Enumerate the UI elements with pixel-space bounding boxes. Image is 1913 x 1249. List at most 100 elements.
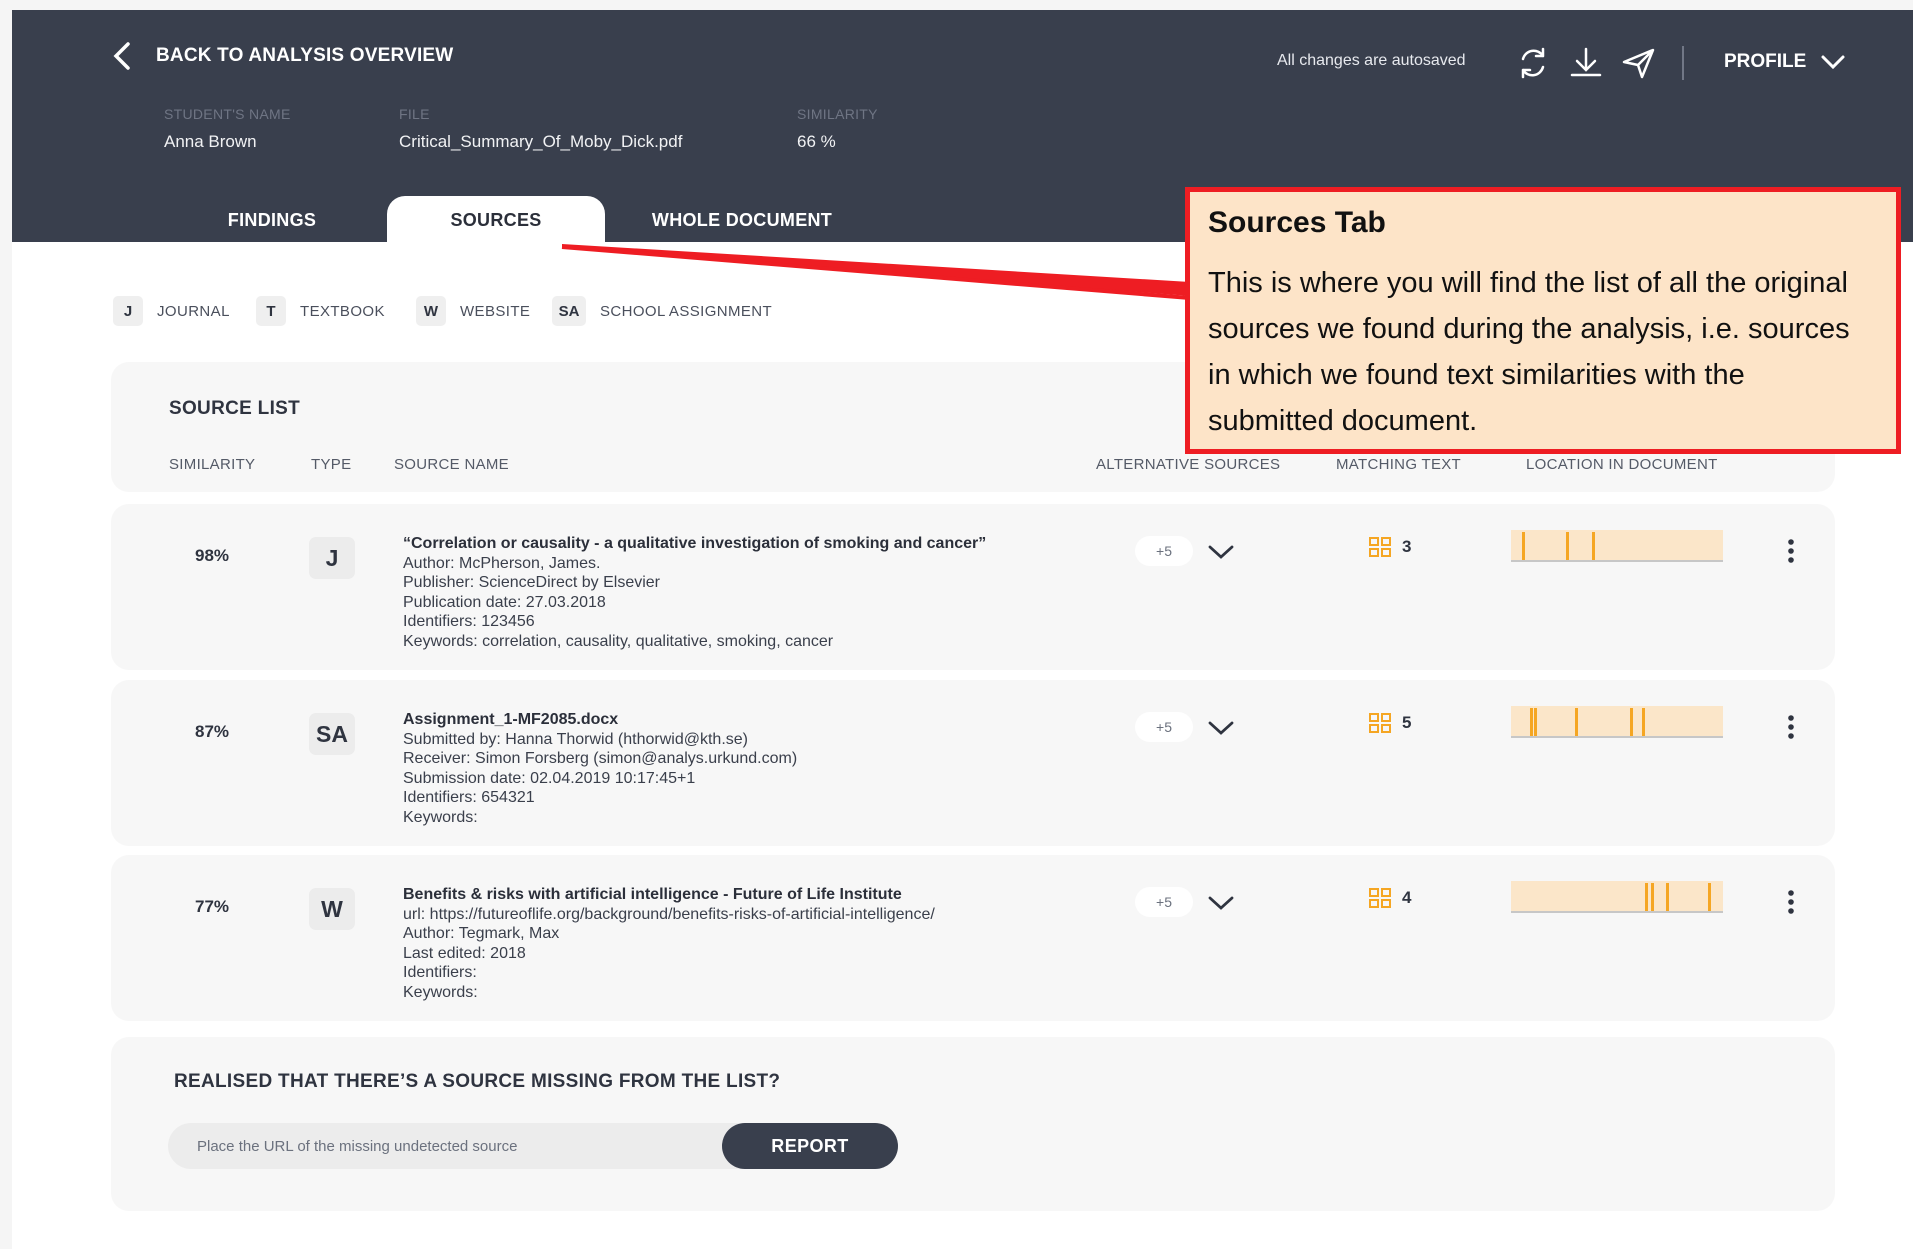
location-marker[interactable] bbox=[1521, 532, 1525, 560]
source-row[interactable]: 87% SA Assignment_1-MF2085.docx Submitte… bbox=[111, 680, 1835, 846]
sources-tab-callout: Sources Tab This is where you will find … bbox=[1185, 187, 1901, 454]
download-icon[interactable] bbox=[1567, 44, 1605, 82]
location-marker[interactable] bbox=[1644, 883, 1648, 911]
row-source-info: Assignment_1-MF2085.docx Submitted by: H… bbox=[403, 710, 797, 827]
row-detail: Identifiers: 123456 bbox=[403, 613, 535, 630]
row-detail: Author: Tegmark, Max bbox=[403, 925, 560, 942]
chevron-down-icon[interactable] bbox=[1206, 893, 1236, 913]
location-marker[interactable] bbox=[1566, 532, 1570, 560]
location-bar[interactable] bbox=[1511, 881, 1723, 913]
location-bar[interactable] bbox=[1511, 706, 1723, 738]
row-detail: Keywords: bbox=[403, 808, 478, 826]
row-type-badge: J bbox=[309, 537, 355, 579]
more-options-icon[interactable] bbox=[1783, 714, 1799, 740]
location-marker[interactable] bbox=[1574, 708, 1578, 736]
more-options-icon[interactable] bbox=[1783, 889, 1799, 915]
column-source-name: SOURCE NAME bbox=[394, 456, 509, 473]
location-bar[interactable] bbox=[1511, 530, 1723, 562]
matching-text-button[interactable]: 3 bbox=[1368, 536, 1411, 558]
location-marker[interactable] bbox=[1642, 708, 1646, 736]
alternative-sources-button[interactable]: +5 bbox=[1135, 887, 1193, 917]
location-marker[interactable] bbox=[1650, 883, 1654, 911]
source-list-title: SOURCE LIST bbox=[169, 398, 301, 419]
legend-badge: T bbox=[256, 296, 286, 326]
row-source-name[interactable]: Assignment_1-MF2085.docx bbox=[403, 710, 797, 730]
row-detail: Keywords: correlation, causality, qualit… bbox=[403, 632, 834, 650]
callout-title: Sources Tab bbox=[1208, 206, 1386, 239]
row-source-info: “Correlation or causality - a qualitativ… bbox=[403, 534, 986, 651]
student-label: STUDENT'S NAME bbox=[164, 106, 291, 122]
column-alternative-sources: ALTERNATIVE SOURCES bbox=[1096, 456, 1281, 473]
matching-text-button[interactable]: 5 bbox=[1368, 712, 1411, 734]
profile-menu[interactable]: PROFILE bbox=[1724, 51, 1846, 73]
row-detail: Receiver: Simon Forsberg (simon@analys.u… bbox=[403, 750, 798, 767]
matching-count: 5 bbox=[1402, 713, 1412, 732]
similarity-label: SIMILARITY bbox=[797, 106, 878, 122]
file-meta: FILE Critical_Summary_Of_Moby_Dick.pdf bbox=[399, 106, 682, 152]
back-to-overview-button[interactable]: BACK TO ANALYSIS OVERVIEW bbox=[110, 40, 453, 72]
file-value: Critical_Summary_Of_Moby_Dick.pdf bbox=[399, 132, 683, 151]
student-value: Anna Brown bbox=[164, 132, 257, 151]
row-detail: Keywords: bbox=[403, 983, 478, 1001]
row-detail: Publication date: 27.03.2018 bbox=[403, 593, 606, 611]
legend-badge: W bbox=[416, 296, 446, 326]
location-marker[interactable] bbox=[1708, 883, 1712, 911]
student-meta: STUDENT'S NAME Anna Brown bbox=[164, 106, 291, 152]
location-marker[interactable] bbox=[1629, 708, 1633, 736]
location-marker[interactable] bbox=[1530, 708, 1534, 736]
more-options-icon[interactable] bbox=[1783, 538, 1799, 564]
matching-count: 3 bbox=[1402, 537, 1412, 556]
legend-school-assignment: SA SCHOOL ASSIGNMENT bbox=[552, 296, 772, 326]
location-marker[interactable] bbox=[1534, 708, 1538, 736]
autosave-status: All changes are autosaved bbox=[1277, 52, 1466, 69]
legend-badge: SA bbox=[552, 296, 586, 326]
legend-label: JOURNAL bbox=[157, 302, 230, 320]
callout-body: This is where you will find the list of … bbox=[1208, 267, 1850, 437]
grid-icon bbox=[1369, 537, 1391, 557]
source-row[interactable]: 77% W Benefits & risks with artificial i… bbox=[111, 855, 1835, 1021]
grid-icon bbox=[1369, 713, 1391, 733]
source-row[interactable]: 98% J “Correlation or causality - a qual… bbox=[111, 504, 1835, 670]
legend-badge: J bbox=[113, 296, 143, 326]
legend-textbook: T TEXTBOOK bbox=[256, 296, 385, 326]
row-detail: url: https://futureoflife.org/background… bbox=[403, 905, 935, 923]
column-type: TYPE bbox=[311, 456, 352, 473]
location-marker[interactable] bbox=[1591, 532, 1595, 560]
row-detail: Submission date: 02.04.2019 10:17:45+1 bbox=[403, 769, 696, 787]
row-source-name[interactable]: Benefits & risks with artificial intelli… bbox=[403, 885, 935, 905]
matching-text-button[interactable]: 4 bbox=[1368, 887, 1411, 909]
file-label: FILE bbox=[399, 106, 430, 122]
alternative-sources-button[interactable]: +5 bbox=[1135, 712, 1193, 742]
matching-count: 4 bbox=[1402, 888, 1412, 907]
legend-label: WEBSITE bbox=[460, 302, 531, 320]
row-similarity: 77% bbox=[195, 897, 230, 916]
row-type-badge: W bbox=[309, 888, 355, 930]
row-similarity: 98% bbox=[195, 546, 230, 565]
refresh-icon[interactable] bbox=[1514, 44, 1552, 82]
row-source-name[interactable]: “Correlation or causality - a qualitativ… bbox=[403, 534, 986, 554]
tab-findings[interactable]: FINDINGS bbox=[172, 196, 372, 244]
location-marker[interactable] bbox=[1665, 883, 1669, 911]
similarity-meta: SIMILARITY 66 % bbox=[797, 106, 878, 152]
report-button[interactable]: REPORT bbox=[722, 1123, 898, 1169]
chevron-down-icon[interactable] bbox=[1206, 718, 1236, 738]
profile-label: PROFILE bbox=[1724, 51, 1807, 72]
row-detail: Identifiers: 654321 bbox=[403, 789, 535, 806]
chevron-left-icon bbox=[113, 42, 130, 70]
missing-source-panel: REALISED THAT THERE’S A SOURCE MISSING F… bbox=[111, 1037, 1835, 1211]
send-icon[interactable] bbox=[1620, 44, 1658, 82]
legend-label: SCHOOL ASSIGNMENT bbox=[600, 302, 773, 320]
alternative-sources-button[interactable]: +5 bbox=[1135, 536, 1193, 566]
back-label: BACK TO ANALYSIS OVERVIEW bbox=[156, 45, 454, 66]
tab-whole-document[interactable]: WHOLE DOCUMENT bbox=[627, 196, 857, 244]
tab-sources[interactable]: SOURCES bbox=[387, 196, 605, 244]
header-divider bbox=[1682, 46, 1684, 80]
row-source-info: Benefits & risks with artificial intelli… bbox=[403, 885, 935, 1002]
legend-website: W WEBSITE bbox=[416, 296, 530, 326]
similarity-value: 66 % bbox=[797, 132, 836, 151]
chevron-down-icon bbox=[1821, 55, 1845, 70]
chevron-down-icon[interactable] bbox=[1206, 542, 1236, 562]
row-detail: Author: McPherson, James. bbox=[403, 554, 601, 572]
row-similarity: 87% bbox=[195, 722, 230, 741]
column-matching-text: MATCHING TEXT bbox=[1336, 456, 1462, 473]
